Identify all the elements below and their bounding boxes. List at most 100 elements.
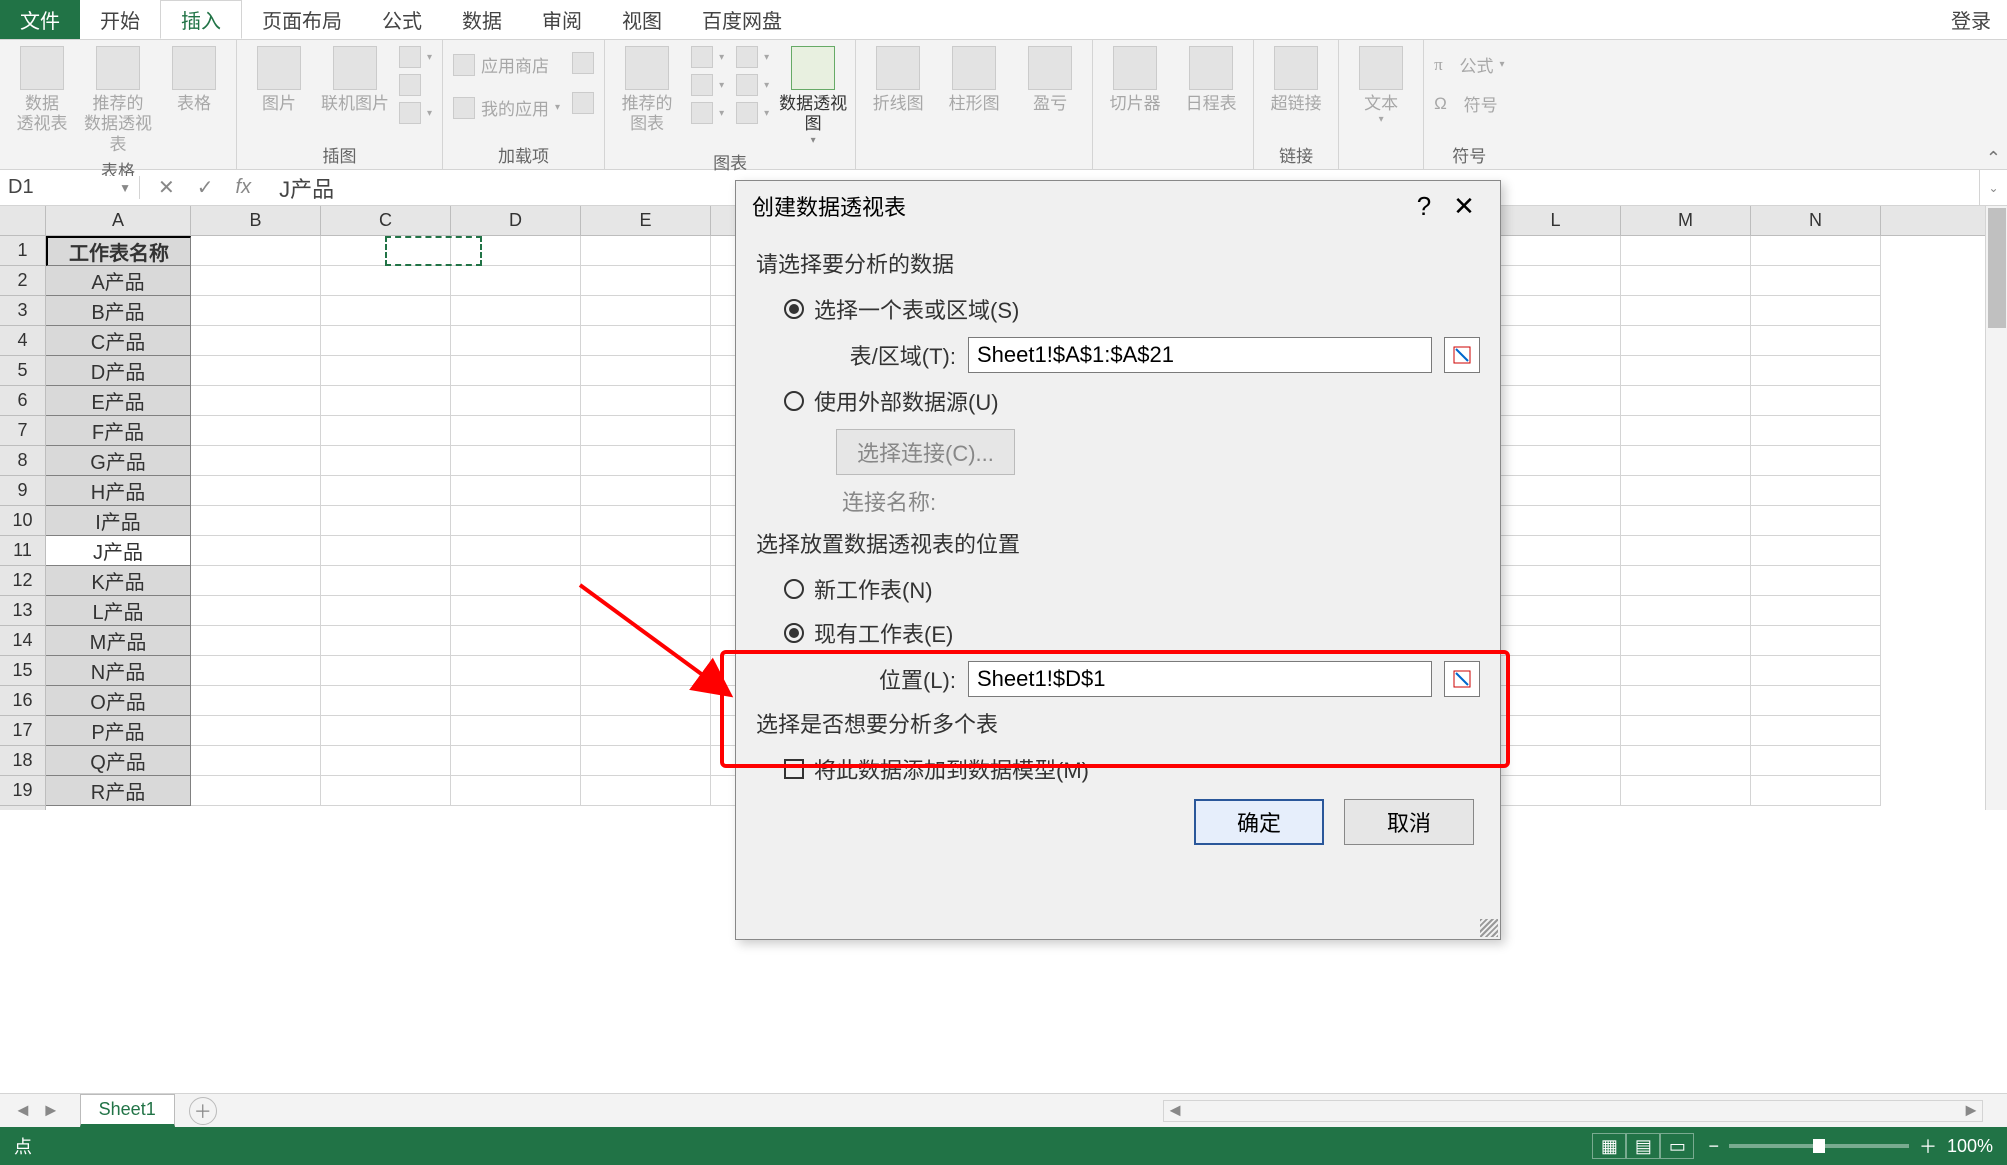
cell-A11[interactable]: J产品 — [46, 536, 191, 566]
cell-D7[interactable] — [451, 416, 581, 446]
cell-E14[interactable] — [581, 626, 711, 656]
cell-L9[interactable] — [1491, 476, 1621, 506]
cell-C9[interactable] — [321, 476, 451, 506]
cell-E12[interactable] — [581, 566, 711, 596]
cell-A5[interactable]: D产品 — [46, 356, 191, 386]
cell-E7[interactable] — [581, 416, 711, 446]
col-header-B[interactable]: B — [191, 206, 321, 235]
view-layout-icon[interactable]: ▤ — [1626, 1133, 1660, 1159]
cell-M13[interactable] — [1621, 596, 1751, 626]
row-header-9[interactable]: 9 — [0, 476, 45, 506]
expand-formula-bar-icon[interactable]: ⌄ — [1979, 170, 2007, 205]
cell-M11[interactable] — [1621, 536, 1751, 566]
chart-area-button[interactable]: ▾ — [732, 72, 773, 98]
cell-N15[interactable] — [1751, 656, 1881, 686]
cell-A2[interactable]: A产品 — [46, 266, 191, 296]
cell-M17[interactable] — [1621, 716, 1751, 746]
cell-A18[interactable]: Q产品 — [46, 746, 191, 776]
cell-D6[interactable] — [451, 386, 581, 416]
dialog-close-icon[interactable]: ✕ — [1444, 191, 1484, 222]
cell-B12[interactable] — [191, 566, 321, 596]
cell-B15[interactable] — [191, 656, 321, 686]
cancel-button[interactable]: 取消 — [1344, 799, 1474, 845]
tab-file[interactable]: 文件 — [0, 0, 80, 39]
chart-bar-button[interactable]: ▾ — [687, 100, 728, 126]
row-header-14[interactable]: 14 — [0, 626, 45, 656]
cell-E5[interactable] — [581, 356, 711, 386]
cell-D18[interactable] — [451, 746, 581, 776]
cell-B17[interactable] — [191, 716, 321, 746]
cell-M7[interactable] — [1621, 416, 1751, 446]
add-sheet-button[interactable]: ＋ — [189, 1097, 217, 1125]
cell-B2[interactable] — [191, 266, 321, 296]
bing-button[interactable] — [568, 50, 598, 76]
cell-E8[interactable] — [581, 446, 711, 476]
row-header-4[interactable]: 4 — [0, 326, 45, 356]
smartart-button[interactable] — [395, 72, 436, 98]
cell-N19[interactable] — [1751, 776, 1881, 806]
cell-C3[interactable] — [321, 296, 451, 326]
tab-layout[interactable]: 页面布局 — [242, 0, 362, 39]
cell-B8[interactable] — [191, 446, 321, 476]
sparkline-button[interactable]: 折线图 — [862, 42, 934, 114]
radio-new-sheet[interactable]: 新工作表(N) — [784, 573, 1480, 605]
sheet-tab-sheet1[interactable]: Sheet1 — [80, 1094, 175, 1127]
radio-external-source[interactable]: 使用外部数据源(U) — [784, 385, 1480, 417]
timeline-button[interactable]: 日程表 — [1175, 42, 1247, 114]
cell-D10[interactable] — [451, 506, 581, 536]
cell-C11[interactable] — [321, 536, 451, 566]
cell-E15[interactable] — [581, 656, 711, 686]
cell-L2[interactable] — [1491, 266, 1621, 296]
row-header-8[interactable]: 8 — [0, 446, 45, 476]
cell-C1[interactable] — [321, 236, 451, 266]
screenshot-button[interactable]: ▾ — [395, 100, 436, 126]
radio-existing-sheet[interactable]: 现有工作表(E) — [784, 617, 1480, 649]
cell-C14[interactable] — [321, 626, 451, 656]
col-header-N[interactable]: N — [1751, 206, 1881, 235]
cell-L12[interactable] — [1491, 566, 1621, 596]
tab-formula[interactable]: 公式 — [362, 0, 442, 39]
row-header-16[interactable]: 16 — [0, 686, 45, 716]
chart-line-button[interactable]: ▾ — [732, 44, 773, 70]
cell-A8[interactable]: G产品 — [46, 446, 191, 476]
confirm-entry-icon[interactable]: ✓ — [197, 175, 214, 200]
cell-L7[interactable] — [1491, 416, 1621, 446]
row-header-2[interactable]: 2 — [0, 266, 45, 296]
cell-B18[interactable] — [191, 746, 321, 776]
cell-N6[interactable] — [1751, 386, 1881, 416]
cell-L16[interactable] — [1491, 686, 1621, 716]
cell-N17[interactable] — [1751, 716, 1881, 746]
cell-C2[interactable] — [321, 266, 451, 296]
zoom-in-icon[interactable]: ＋ — [1919, 1133, 1937, 1159]
cell-N12[interactable] — [1751, 566, 1881, 596]
cell-M2[interactable] — [1621, 266, 1751, 296]
dialog-help-icon[interactable]: ? — [1404, 191, 1444, 222]
cell-L18[interactable] — [1491, 746, 1621, 776]
cell-E19[interactable] — [581, 776, 711, 806]
cell-D16[interactable] — [451, 686, 581, 716]
tab-baidu[interactable]: 百度网盘 — [682, 0, 802, 39]
cell-N5[interactable] — [1751, 356, 1881, 386]
pivot-chart-button[interactable]: 数据透视图▾ — [777, 42, 849, 147]
row-header-7[interactable]: 7 — [0, 416, 45, 446]
cell-D11[interactable] — [451, 536, 581, 566]
my-apps-button[interactable]: 我的应用 ▾ — [449, 93, 564, 122]
cell-L6[interactable] — [1491, 386, 1621, 416]
chart-pie-button[interactable]: ▾ — [687, 72, 728, 98]
shapes-button[interactable]: ▾ — [395, 44, 436, 70]
cell-B11[interactable] — [191, 536, 321, 566]
cell-L11[interactable] — [1491, 536, 1621, 566]
cell-A6[interactable]: E产品 — [46, 386, 191, 416]
cell-N8[interactable] — [1751, 446, 1881, 476]
cell-M5[interactable] — [1621, 356, 1751, 386]
cell-M16[interactable] — [1621, 686, 1751, 716]
cell-D12[interactable] — [451, 566, 581, 596]
chart-scatter-button[interactable]: ▾ — [732, 100, 773, 126]
cell-L13[interactable] — [1491, 596, 1621, 626]
cell-C8[interactable] — [321, 446, 451, 476]
cell-D14[interactable] — [451, 626, 581, 656]
cell-N1[interactable] — [1751, 236, 1881, 266]
col-header-L[interactable]: L — [1491, 206, 1621, 235]
cell-M15[interactable] — [1621, 656, 1751, 686]
cell-N10[interactable] — [1751, 506, 1881, 536]
